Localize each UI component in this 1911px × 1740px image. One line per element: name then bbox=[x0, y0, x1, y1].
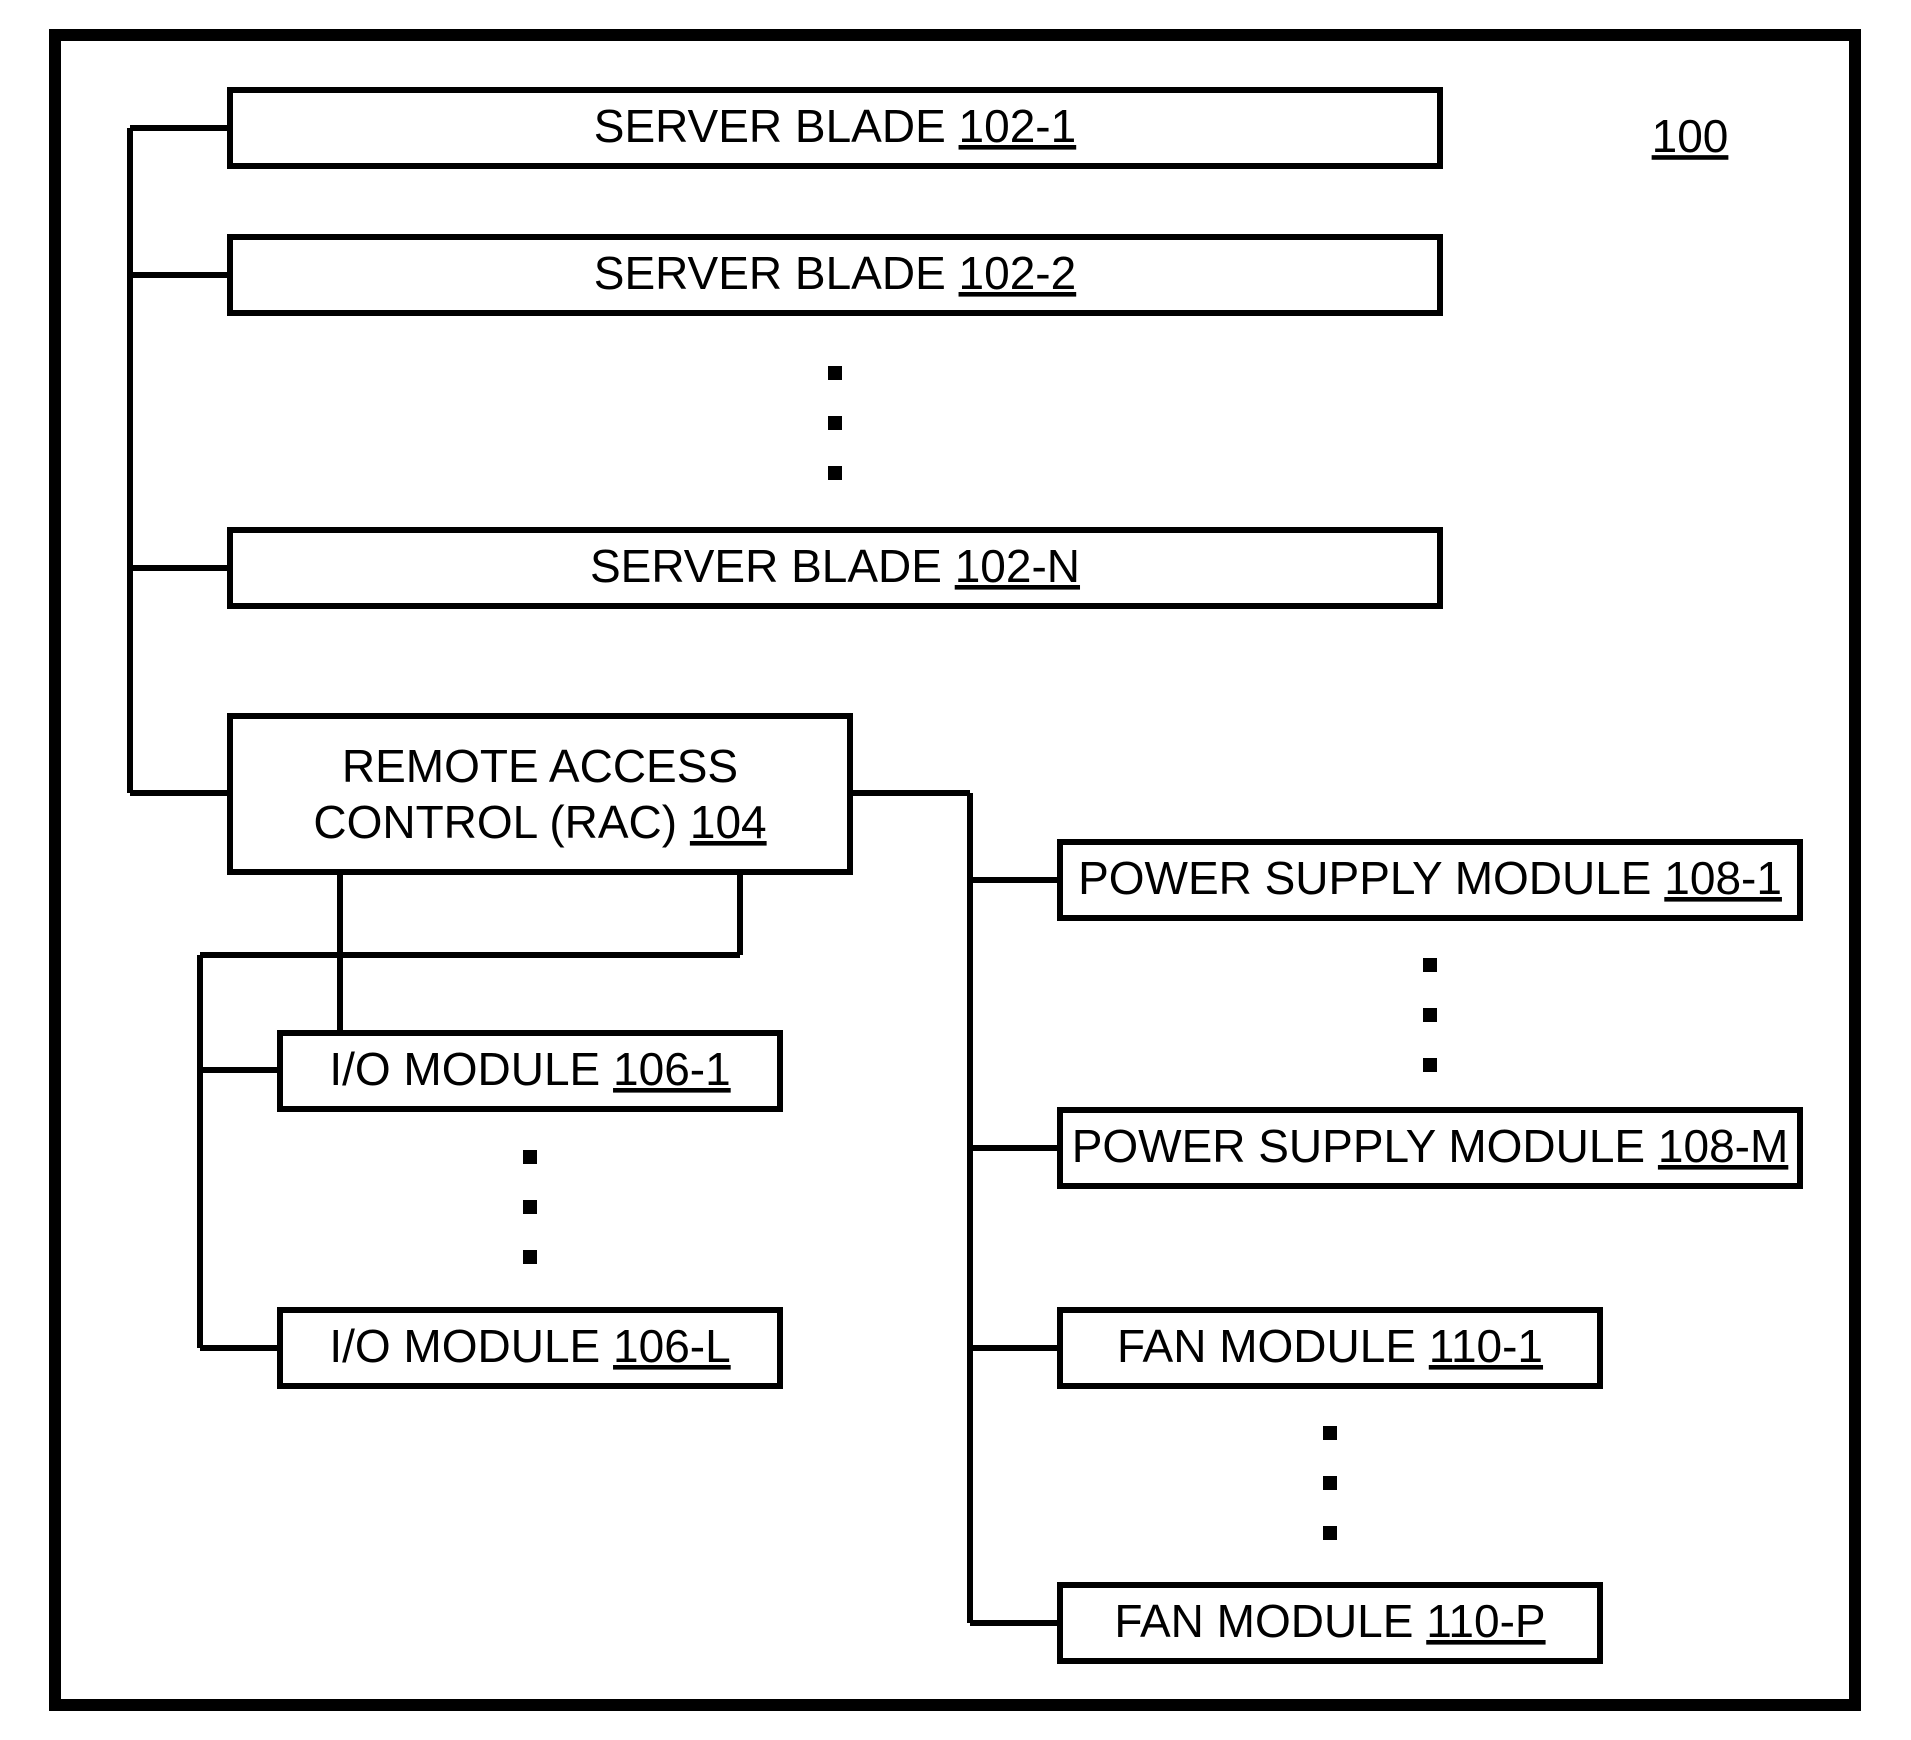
psu-m-label: POWER SUPPLY MODULE 108-M bbox=[1072, 1120, 1789, 1172]
dot bbox=[828, 466, 842, 480]
chassis-ref: 100 bbox=[1652, 110, 1729, 162]
server-blade-1-label: SERVER BLADE 102-1 bbox=[594, 100, 1076, 152]
server-blade-n-label: SERVER BLADE 102-N bbox=[590, 540, 1080, 592]
dot bbox=[1323, 1426, 1337, 1440]
diagram: 100 SERVER BLADE 102-1 SERVER BLADE 102-… bbox=[0, 0, 1911, 1740]
dot bbox=[1423, 958, 1437, 972]
dot bbox=[1323, 1476, 1337, 1490]
dot bbox=[523, 1150, 537, 1164]
dot bbox=[523, 1250, 537, 1264]
fan-p-label: FAN MODULE 110-P bbox=[1114, 1595, 1545, 1647]
rac-line1: REMOTE ACCESS bbox=[342, 740, 738, 792]
dot bbox=[828, 416, 842, 430]
dot bbox=[1423, 1008, 1437, 1022]
io-l-label: I/O MODULE 106-L bbox=[329, 1320, 730, 1372]
rac-line2: CONTROL (RAC) 104 bbox=[313, 796, 766, 848]
fan-1-label: FAN MODULE 110-1 bbox=[1117, 1320, 1543, 1372]
server-blade-2-label: SERVER BLADE 102-2 bbox=[594, 247, 1076, 299]
io-1-label: I/O MODULE 106-1 bbox=[329, 1043, 730, 1095]
dot bbox=[1323, 1526, 1337, 1540]
dot bbox=[828, 366, 842, 380]
dot bbox=[523, 1200, 537, 1214]
psu-1-label: POWER SUPPLY MODULE 108-1 bbox=[1078, 852, 1782, 904]
dot bbox=[1423, 1058, 1437, 1072]
